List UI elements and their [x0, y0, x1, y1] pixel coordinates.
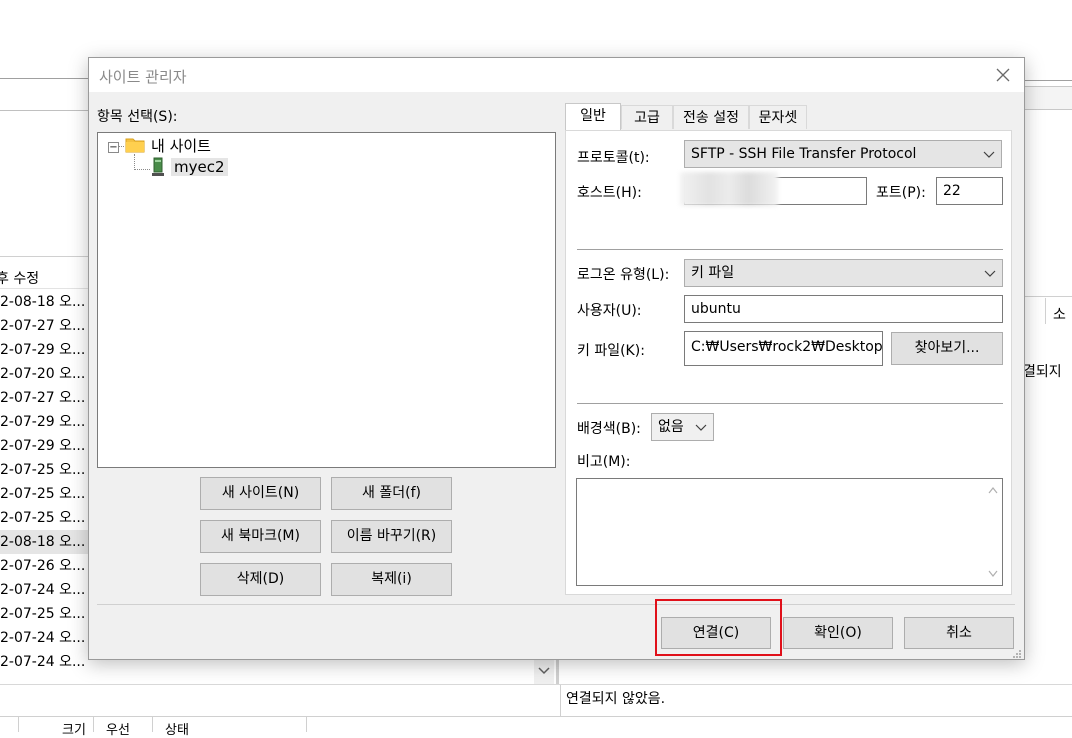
tree-root-my-sites[interactable]: 내 사이트 [151, 135, 211, 156]
collapse-icon[interactable]: − [108, 142, 119, 153]
rename-button[interactable]: 이름 바꾸기(R) [331, 520, 452, 553]
bg-column-header[interactable]: 후 수정 [0, 266, 90, 289]
new-bookmark-button[interactable]: 새 북마크(M) [200, 520, 321, 553]
bg-color-select[interactable]: 없음 [651, 413, 714, 441]
bg-file-row[interactable]: 2-08-18 오... [0, 290, 88, 314]
bg-input[interactable] [1023, 86, 1072, 110]
footer-divider [97, 604, 1015, 605]
ok-button[interactable]: 확인(O) [783, 617, 893, 649]
bg-divider [560, 685, 561, 716]
user-input[interactable]: ubuntu [684, 295, 1003, 323]
protocol-select[interactable]: SFTP - SSH File Transfer Protocol [684, 140, 1002, 168]
section-divider [577, 249, 1003, 250]
bg-color-label: 배경색(B): [577, 421, 641, 437]
logon-type-value: 키 파일 [691, 265, 735, 281]
bg-queue-col-status[interactable]: 상태 [165, 719, 189, 738]
site-tree[interactable]: − 내 사이트 myec2 [97, 132, 556, 468]
bg-divider [1023, 80, 1072, 81]
delete-button[interactable]: 삭제(D) [200, 563, 321, 596]
bg-file-row[interactable]: 2-07-25 오... [0, 458, 88, 482]
server-icon [150, 157, 166, 177]
new-site-button[interactable]: 새 사이트(N) [200, 477, 321, 510]
connection-status: 연결되지 않았음. [566, 691, 666, 707]
bg-divider [1023, 296, 1072, 297]
tree-label: 항목 선택(S): [97, 109, 178, 125]
bg-file-row[interactable]: 2-07-29 오... [0, 434, 88, 458]
bg-column-header-label: 후 수정 [0, 271, 40, 287]
connect-highlight [655, 599, 782, 656]
scroll-down-arrow[interactable] [534, 658, 554, 684]
protocol-value: SFTP - SSH File Transfer Protocol [691, 146, 917, 162]
host-redaction [680, 172, 778, 206]
bg-file-row[interactable]: 2-07-29 오... [0, 410, 88, 434]
dialog-titlebar[interactable]: 사이트 관리자 [89, 58, 1024, 92]
new-folder-button[interactable]: 새 폴더(f) [331, 477, 452, 510]
bg-right-status: 결되지 [1023, 364, 1062, 380]
bg-file-row[interactable]: 2-07-26 오... [0, 554, 88, 578]
duplicate-button[interactable]: 복제(i) [331, 563, 452, 596]
site-manager-dialog: 사이트 관리자 항목 선택(S): − 내 사이트 myec2 새 사이트(N)… [88, 57, 1025, 660]
cancel-button[interactable]: 취소 [904, 617, 1014, 649]
bg-file-row[interactable]: 2-07-24 오... [0, 650, 88, 674]
bg-queue-col-size[interactable]: 크기 [62, 719, 86, 738]
bg-divider [0, 110, 90, 111]
logon-type-select[interactable]: 키 파일 [684, 259, 1003, 287]
resize-grip-icon[interactable] [1012, 647, 1022, 658]
comments-textarea[interactable] [576, 478, 1003, 586]
host-label: 호스트(H): [577, 185, 642, 201]
bg-status-bar [0, 684, 1072, 717]
bg-divider [1045, 298, 1046, 324]
chevron-down-icon [695, 414, 707, 440]
bg-file-row[interactable]: 2-07-24 오... [0, 578, 88, 602]
comments-scrollbar[interactable] [986, 481, 1000, 583]
key-file-input[interactable]: C:₩Users₩rock2₩Desktop₩j [684, 331, 883, 366]
bg-file-row[interactable]: 2-07-20 오... [0, 362, 88, 386]
bg-color-value: 없음 [658, 419, 684, 435]
dialog-title: 사이트 관리자 [99, 68, 187, 86]
bg-file-row[interactable]: 2-07-25 오... [0, 506, 88, 530]
protocol-label: 프로토콜(t): [577, 150, 650, 166]
chevron-down-icon [983, 141, 995, 167]
bg-right-column-header[interactable]: 소 [1053, 304, 1066, 324]
tab-general[interactable]: 일반 [565, 103, 621, 130]
bg-file-row[interactable]: 2-07-24 오... [0, 626, 88, 650]
key-file-label: 키 파일(K): [577, 343, 645, 359]
bg-queue-header: 크기 우선 상태 [0, 716, 1072, 738]
folder-icon [125, 136, 145, 153]
browse-button[interactable]: 찾아보기... [891, 332, 1003, 365]
tab-advanced[interactable]: 고급 [621, 105, 673, 129]
bg-file-row[interactable]: 2-07-29 오... [0, 338, 88, 362]
bg-queue-col-priority[interactable]: 우선 [106, 719, 130, 738]
user-label: 사용자(U): [577, 303, 642, 319]
close-icon[interactable] [992, 64, 1014, 86]
section-divider [577, 403, 1003, 404]
bg-file-row[interactable]: 2-07-25 오... [0, 482, 88, 506]
comments-label: 비고(M): [577, 454, 631, 470]
bg-file-row[interactable]: 2-07-27 오... [0, 314, 88, 338]
chevron-down-icon [984, 260, 996, 286]
tree-site-myec2[interactable]: myec2 [171, 158, 228, 176]
port-input[interactable]: 22 [936, 177, 1003, 205]
bg-file-row[interactable]: 2-07-25 오... [0, 602, 88, 626]
bg-divider [0, 78, 90, 79]
bg-file-row[interactable]: 2-07-27 오... [0, 386, 88, 410]
tab-charset[interactable]: 문자셋 [749, 105, 807, 129]
tab-transfer-settings[interactable]: 전송 설정 [673, 105, 749, 129]
bg-file-row[interactable]: 2-08-18 오... [0, 530, 88, 554]
port-label: 포트(P): [876, 185, 926, 201]
bg-divider [0, 256, 90, 257]
logon-type-label: 로그온 유형(L): [577, 267, 670, 283]
